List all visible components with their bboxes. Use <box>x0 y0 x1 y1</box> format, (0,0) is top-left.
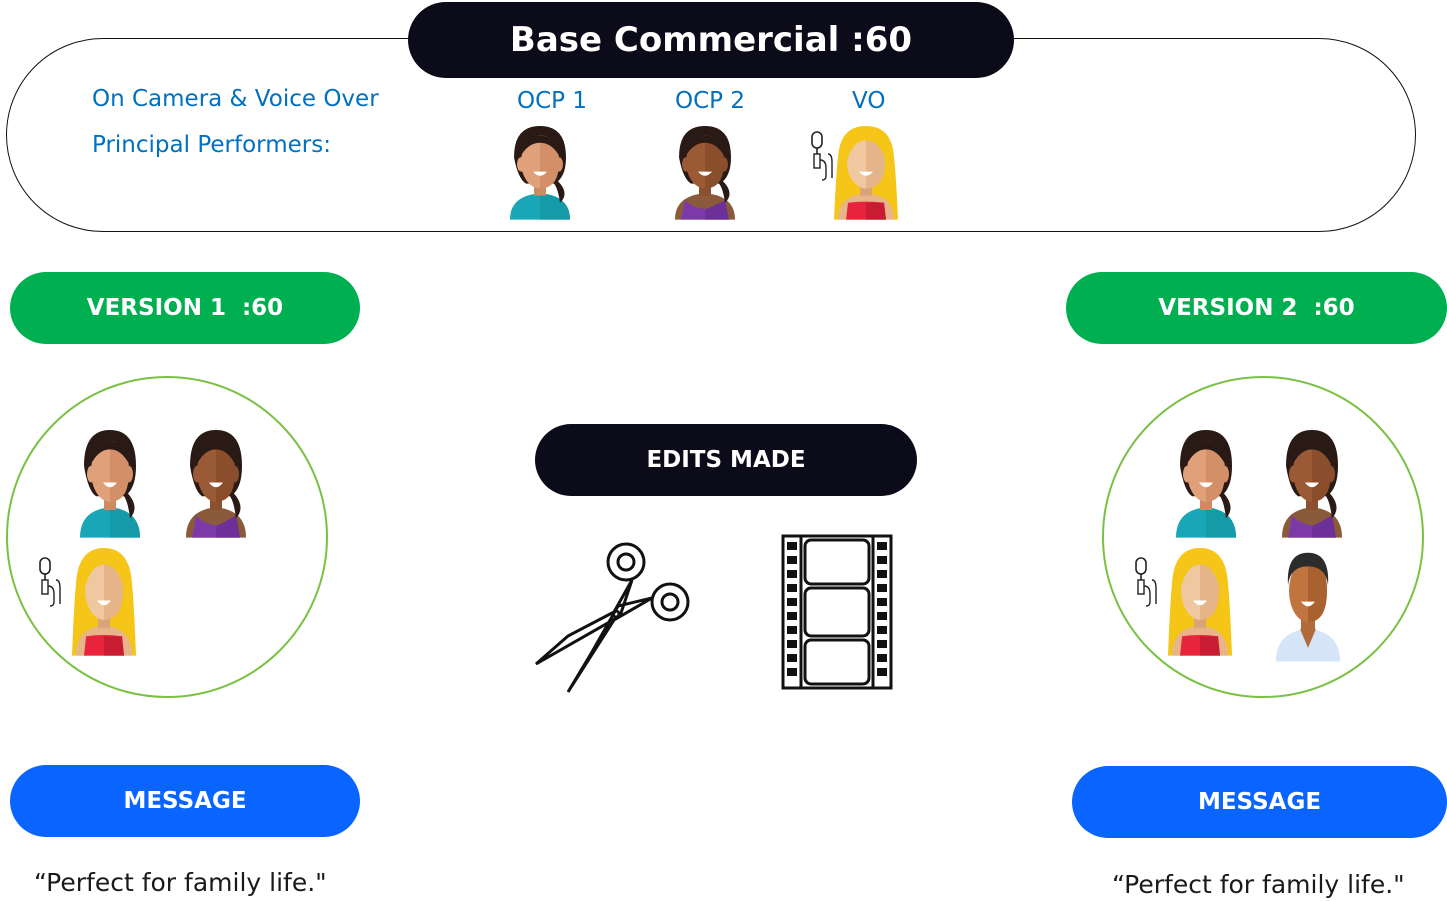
woman-purple-icon <box>1282 430 1342 538</box>
edits-made-label: EDITS MADE <box>535 424 917 496</box>
version2-message: “Perfect for family life." <box>1112 870 1405 899</box>
woman-teal-icon <box>80 430 140 538</box>
man-icon <box>1276 552 1340 662</box>
vo-label: VO <box>852 88 886 114</box>
woman-blonde-red-icon <box>72 548 136 656</box>
version1-message-label: MESSAGE <box>10 765 360 837</box>
microphone-icon <box>1135 557 1157 607</box>
version2-message-label: MESSAGE <box>1072 766 1447 838</box>
woman-blonde-red-icon <box>834 126 898 220</box>
woman-purple-icon <box>186 430 246 538</box>
woman-teal-icon <box>510 126 570 220</box>
version2-circle <box>1102 376 1424 698</box>
performers-label-line2: Principal Performers: <box>92 132 331 158</box>
performers-label-line1: On Camera & Voice Over <box>92 86 379 112</box>
ocp2-label: OCP 2 <box>675 88 745 114</box>
scissors-icon <box>535 542 690 693</box>
version2-label: VERSION 2 :60 <box>1066 272 1447 344</box>
woman-teal-icon <box>1176 430 1236 538</box>
woman-blonde-red-icon <box>1168 548 1232 656</box>
film-strip-icon <box>781 534 893 690</box>
version1-label: VERSION 1 :60 <box>10 272 360 344</box>
ocp1-label: OCP 1 <box>517 88 587 114</box>
version1-message: “Perfect for family life." <box>34 868 327 897</box>
microphone-icon <box>39 557 61 607</box>
woman-purple-icon <box>675 126 735 220</box>
version1-circle <box>6 376 328 698</box>
base-commercial-title: Base Commercial :60 <box>408 2 1014 78</box>
